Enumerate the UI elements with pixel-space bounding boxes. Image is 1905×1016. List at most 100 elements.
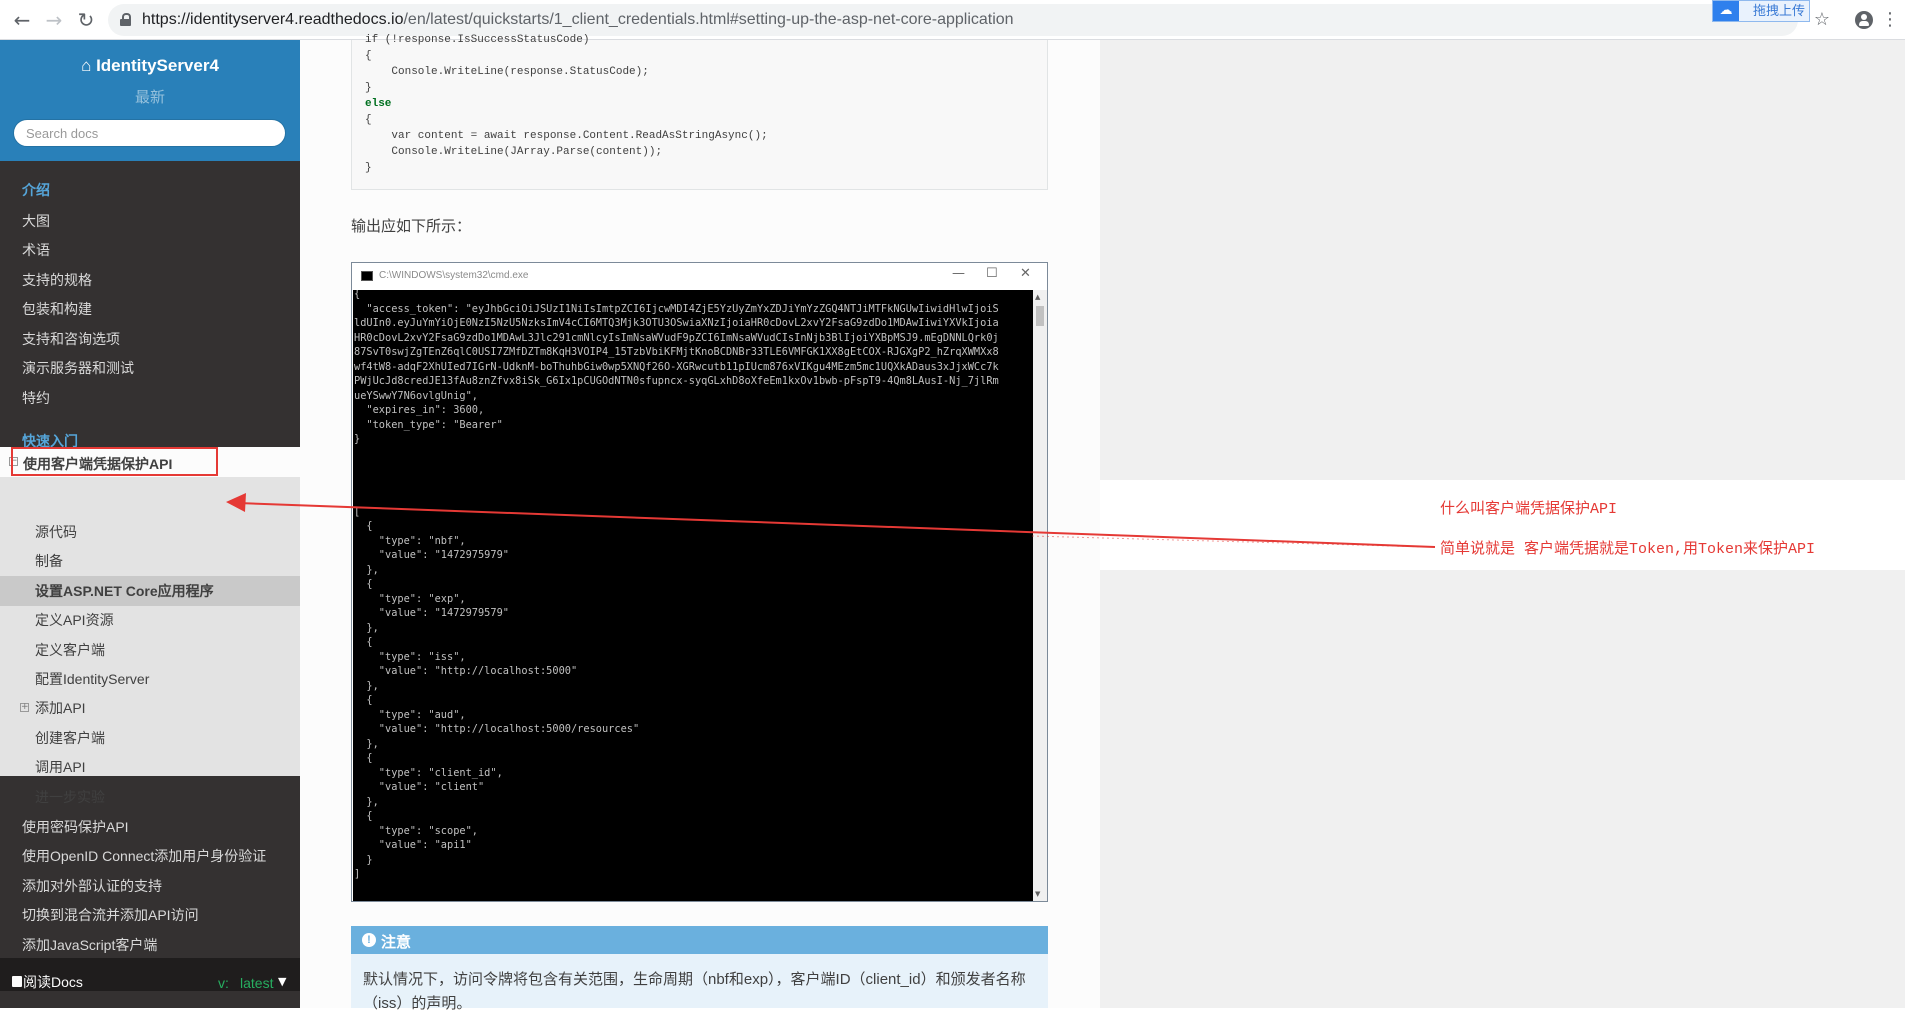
cmd-window-screenshot: C:\WINDOWS\system32\cmd.exe — ☐ ✕ { "acc… xyxy=(351,262,1048,902)
cmd-output-line: "value": "http://localhost:5000" xyxy=(354,665,578,677)
cmd-output-line: }, xyxy=(354,563,379,576)
cmd-icon xyxy=(361,271,373,281)
star-icon[interactable]: ☆ xyxy=(1810,8,1834,32)
maximize-icon: ☐ xyxy=(986,266,998,281)
sidebar-subitem-source[interactable]: 源代码 xyxy=(35,522,77,542)
profile-avatar-icon[interactable] xyxy=(1855,11,1873,29)
scroll-thumb xyxy=(1036,306,1044,326)
expand-icon[interactable]: + xyxy=(20,703,29,712)
lock-icon xyxy=(120,13,131,26)
sidebar-item-contributing[interactable]: 特约 xyxy=(22,388,50,408)
sidebar-subitem-api-resource[interactable]: 定义API资源 xyxy=(35,610,114,630)
rtd-version-value[interactable]: latest xyxy=(240,975,273,991)
cmd-output-line: wf4tW8-adqF2XhUIed7IGrN-UdknM-boThuhbGiw… xyxy=(354,360,999,373)
sidebar-item-oidc[interactable]: 使用OpenID Connect添加用户身份验证 xyxy=(22,846,266,866)
cmd-output-line: 87SvT0swjZgTEnZ6qlC0USI7ZMfDZTm8KqH3VOIP… xyxy=(354,346,999,358)
back-icon[interactable]: ← xyxy=(8,6,36,34)
sidebar-subitem-setup-aspnet[interactable]: 设置ASP.NET Core应用程序 xyxy=(35,581,214,601)
note-header: ! 注意 xyxy=(351,926,1048,954)
sidebar-item-javascript[interactable]: 添加JavaScript客户端 xyxy=(22,935,157,955)
cmd-output-line: "type": "aud", xyxy=(354,708,466,721)
note-text: 默认情况下，访问令牌将包含有关范围，生命周期（nbf和exp），客户端ID（cl… xyxy=(363,971,1026,1012)
sidebar-item-password[interactable]: 使用密码保护API xyxy=(22,817,129,837)
cmd-output-line: } xyxy=(354,853,373,866)
cmd-output-line: } xyxy=(354,433,361,445)
code-line: } xyxy=(365,82,372,94)
code-line: var content = await response.Content.Rea… xyxy=(365,130,768,142)
sidebar-subitem-configure[interactable]: 配置IdentityServer xyxy=(35,669,149,689)
forward-icon[interactable]: → xyxy=(40,6,68,34)
doc-version: 最新 xyxy=(134,89,165,106)
cmd-output-line: }, xyxy=(354,795,379,808)
search-input[interactable] xyxy=(13,119,286,147)
cloud-icon: ☁ xyxy=(1713,1,1739,21)
caret-down-icon[interactable]: ▼ xyxy=(278,975,286,988)
sidebar-subitem-preparation[interactable]: 制备 xyxy=(35,551,63,571)
menu-icon[interactable]: ⋮ xyxy=(1878,8,1902,32)
cmd-output-line: { xyxy=(354,290,361,300)
cmd-output-line: [ xyxy=(354,505,361,518)
code-line: { xyxy=(365,50,372,62)
rtd-version-label: v: xyxy=(218,975,229,991)
cmd-output-line: { xyxy=(354,810,373,822)
cmd-output-line: "value": "1472979579" xyxy=(354,607,509,619)
sidebar-item-external[interactable]: 添加对外部认证的支持 xyxy=(22,876,162,896)
sidebar-item-specs[interactable]: 支持的规格 xyxy=(22,270,92,290)
cmd-output-line: "value": "client" xyxy=(354,781,485,793)
cmd-output-line: "type": "exp", xyxy=(354,592,466,605)
sidebar-subitem-create-client[interactable]: 创建客户端 xyxy=(35,728,105,748)
minimize-icon: — xyxy=(952,266,965,281)
cmd-output-line: "token_type": "Bearer" xyxy=(354,418,503,431)
cmd-output-line: ] xyxy=(354,868,361,880)
cmd-output-line: "expires_in": 3600, xyxy=(354,404,485,416)
cmd-output-line: PWjUcJd8credJE13fAu8znZfvx8iSk_G6Ix1pCUG… xyxy=(354,375,999,387)
sidebar-item-packaging[interactable]: 包装和构建 xyxy=(22,299,92,319)
browser-toolbar: ← → ↻ https://identityserver4.readthedoc… xyxy=(0,0,1905,40)
sidebar-subitem-call-api[interactable]: 调用API xyxy=(35,757,86,777)
annotation-question: 什么叫客户端凭据保护API xyxy=(1440,501,1618,518)
code-line: else xyxy=(365,98,392,110)
sidebar-item-support[interactable]: 支持和咨询选项 xyxy=(22,329,120,349)
sidebar-item-demo[interactable]: 演示服务器和测试 xyxy=(22,358,134,378)
cmd-output-line: "value": "1472975979" xyxy=(354,549,509,561)
reload-icon[interactable]: ↻ xyxy=(72,6,100,34)
code-line: Console.WriteLine(JArray.Parse(content))… xyxy=(365,146,663,158)
sidebar-subitem-client[interactable]: 定义客户端 xyxy=(35,640,105,660)
cmd-titlebar: C:\WINDOWS\system32\cmd.exe — ☐ ✕ xyxy=(352,263,1047,289)
cmd-output-line: ldUIn0.eyJuYmYiOjE0NzI5NzU5NzksImV4cCI6M… xyxy=(354,317,999,329)
scroll-down-icon: ▼ xyxy=(1035,890,1041,898)
sidebar-subitem-add-api[interactable]: 添加API xyxy=(35,698,86,718)
note-admonition: ! 注意 默认情况下，访问令牌将包含有关范围，生命周期（nbf和exp），客户端… xyxy=(351,926,1048,1012)
cmd-output-line: "value": "api1" xyxy=(354,839,472,851)
cmd-output-line: { xyxy=(354,578,373,590)
cmd-output-line: { xyxy=(354,752,373,764)
info-icon: ! xyxy=(362,933,376,947)
cmd-output-line: "type": "scope", xyxy=(354,824,478,837)
output-intro-text: 输出应如下所示： xyxy=(351,218,472,235)
note-title: 注意 xyxy=(381,934,412,951)
annotation-answer: 简单说就是 客户端凭据就是Token,用Token来保护API xyxy=(1440,541,1816,558)
cmd-output-line: { xyxy=(354,694,373,706)
upload-label: 拖拽上传 xyxy=(1753,3,1806,18)
cmd-scrollbar: ▲ ▼ xyxy=(1033,290,1047,901)
code-line: if (!response.IsSuccessStatusCode) xyxy=(365,34,590,46)
sidebar-item-terminology[interactable]: 术语 xyxy=(22,240,50,260)
code-line: Console.WriteLine(response.StatusCode); xyxy=(365,66,649,78)
sidebar-header: ⌂ IdentityServer4 最新 xyxy=(0,40,300,161)
cmd-output-line: "type": "client_id", xyxy=(354,766,503,779)
sidebar-item-overview[interactable]: 大图 xyxy=(22,211,50,231)
cmd-output-line: "type": "nbf", xyxy=(354,534,466,547)
cmd-title: C:\WINDOWS\system32\cmd.exe xyxy=(379,270,529,281)
cmd-output-line: }, xyxy=(354,679,379,692)
upload-extension-button[interactable]: ☁ 拖拽上传 xyxy=(1712,0,1810,22)
book-icon xyxy=(12,976,22,987)
address-bar[interactable]: https://identityserver4.readthedocs.io/e… xyxy=(108,4,1798,36)
rtd-label: 阅读Docs xyxy=(23,974,83,990)
sidebar-item-hybrid[interactable]: 切换到混合流并添加API访问 xyxy=(22,905,199,925)
cmd-output-line: { xyxy=(354,636,373,648)
scroll-up-icon: ▲ xyxy=(1035,293,1041,301)
cmd-output-line: }, xyxy=(354,737,379,750)
sidebar-subitem-further[interactable]: 进一步实验 xyxy=(35,787,105,807)
project-title[interactable]: ⌂ IdentityServer4 xyxy=(0,56,300,76)
cmd-output-line: }, xyxy=(354,621,379,634)
